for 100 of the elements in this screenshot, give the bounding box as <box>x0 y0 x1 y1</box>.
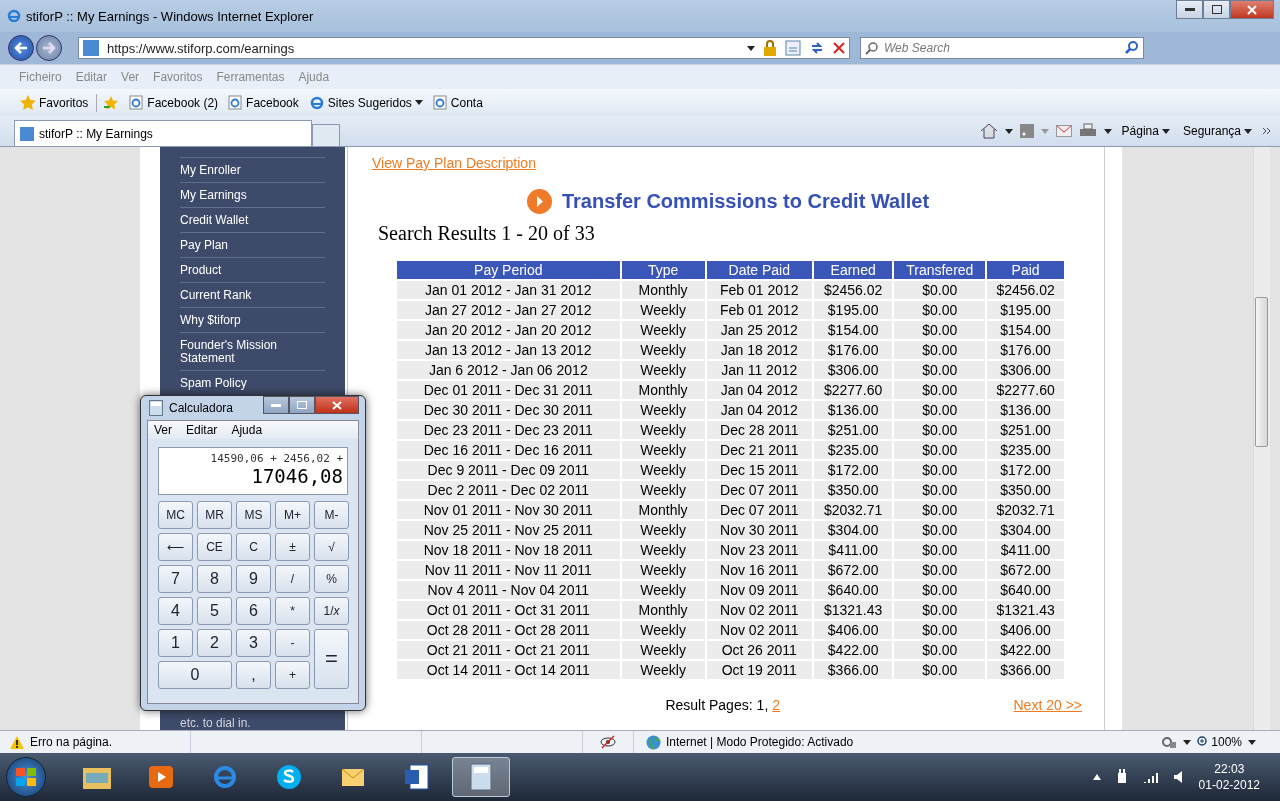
calculator-key[interactable]: 4 <box>158 597 193 625</box>
favorites-button[interactable]: Favoritos <box>18 95 91 110</box>
caret-icon[interactable] <box>1248 739 1256 745</box>
calculator-key[interactable]: 0 <box>158 661 232 689</box>
sidebar-link[interactable]: My Earnings <box>180 183 325 208</box>
stop-icon[interactable] <box>833 42 845 54</box>
favorite-link[interactable]: Conta <box>430 95 485 110</box>
calculator-key[interactable]: MC <box>158 501 193 529</box>
menu-item[interactable]: Ajuda <box>231 423 263 437</box>
home-icon[interactable] <box>979 123 998 139</box>
calculator-key[interactable]: , <box>236 661 271 689</box>
calculator-key[interactable]: M- <box>314 501 349 529</box>
calculator-key[interactable]: ⟵ <box>158 533 193 561</box>
table-cell: $2032.71 <box>813 501 893 519</box>
back-button[interactable] <box>8 35 34 61</box>
calculator-key[interactable]: 1/x <box>314 597 349 625</box>
menu-item[interactable]: Ver <box>154 423 172 437</box>
calculator-key[interactable]: 2 <box>197 629 232 657</box>
table-cell: $366.00 <box>987 661 1064 679</box>
caret-icon[interactable] <box>1103 128 1112 134</box>
table-cell: Weekly <box>621 581 705 599</box>
show-hidden-icon[interactable] <box>1092 774 1101 780</box>
start-button[interactable] <box>6 757 46 797</box>
calculator-key[interactable]: 6 <box>236 597 271 625</box>
minimize-button[interactable] <box>263 396 289 414</box>
table-cell: $350.00 <box>987 481 1064 499</box>
calculator-key[interactable]: = <box>314 629 349 689</box>
calculator-key[interactable]: 1 <box>158 629 193 657</box>
calculator-key[interactable]: + <box>275 661 310 689</box>
calculator-key[interactable]: CE <box>197 533 232 561</box>
table-cell: Jan 25 2012 <box>706 321 812 339</box>
privacy-eye-icon[interactable] <box>600 734 616 750</box>
calculator-key[interactable]: * <box>275 597 310 625</box>
caret-icon[interactable] <box>1183 739 1192 745</box>
search-box[interactable]: Web Search <box>860 37 1144 59</box>
sidebar-link[interactable]: Current Rank <box>180 283 325 308</box>
sidebar-link[interactable]: Why $tiforp <box>180 308 325 333</box>
sidebar-link[interactable]: Pay Plan <box>180 233 325 258</box>
zoom-button[interactable]: 100% <box>1197 735 1242 749</box>
favorite-dropdown[interactable]: Sites Sugeridos <box>306 94 425 111</box>
signal-icon[interactable] <box>1142 771 1159 783</box>
forward-button[interactable] <box>36 35 62 61</box>
sidebar-link[interactable]: Product <box>180 258 325 283</box>
calculator-key[interactable]: C <box>236 533 271 561</box>
search-icon[interactable] <box>1125 41 1139 55</box>
calculator-key[interactable]: / <box>275 565 310 593</box>
calculator-key[interactable]: 7 <box>158 565 193 593</box>
table-cell: Weekly <box>621 561 705 579</box>
address-field[interactable]: https://www.stiforp.com/earnings <box>78 37 850 59</box>
calculator-key[interactable]: 5 <box>197 597 232 625</box>
table-cell: Nov 02 2011 <box>706 621 812 639</box>
maximize-button[interactable] <box>1203 0 1230 19</box>
favorite-link[interactable]: Facebook (2) <box>127 95 221 110</box>
calculator-key[interactable]: % <box>314 565 349 593</box>
command-menu-button[interactable]: Página <box>1118 124 1173 138</box>
table-cell: Nov 18 2011 - Nov 18 2011 <box>397 541 620 559</box>
table-cell: $672.00 <box>987 561 1064 579</box>
calculator-key[interactable]: ± <box>275 533 310 561</box>
calculator-key[interactable]: M+ <box>275 501 310 529</box>
calculator-key[interactable]: MS <box>236 501 271 529</box>
magnifier-icon <box>1197 736 1210 748</box>
scrollbar[interactable] <box>1253 147 1270 730</box>
maximize-icon <box>297 401 307 409</box>
sidebar-note: etc. to dial in. <box>180 717 252 730</box>
play-icon <box>147 764 175 790</box>
chevron-icon[interactable] <box>1262 126 1272 136</box>
calculator-key[interactable]: 8 <box>197 565 232 593</box>
mail-icon[interactable] <box>1055 125 1072 137</box>
calculator-key[interactable]: - <box>275 629 310 657</box>
calculator-key[interactable]: 9 <box>236 565 271 593</box>
browser-tab[interactable]: stiforP :: My Earnings <box>14 120 312 146</box>
volume-icon[interactable] <box>1172 770 1185 784</box>
favorite-link[interactable]: Facebook <box>226 95 301 110</box>
calculator-key[interactable]: 3 <box>236 629 271 657</box>
sidebar-link[interactable]: My Enroller <box>180 158 325 183</box>
table-cell: Weekly <box>621 341 705 359</box>
print-icon[interactable] <box>1078 123 1097 139</box>
table-cell: $195.00 <box>987 301 1064 319</box>
maximize-button[interactable] <box>289 396 315 414</box>
table-cell: Jan 27 2012 - Jan 27 2012 <box>397 301 620 319</box>
lock-icon[interactable] <box>763 40 777 56</box>
table-cell: Oct 19 2011 <box>706 661 812 679</box>
caret-icon[interactable] <box>1004 128 1013 134</box>
calculator-key[interactable]: MR <box>197 501 232 529</box>
search-icon <box>865 41 878 55</box>
sidebar-link[interactable]: Founder's Mission Statement <box>180 333 325 371</box>
close-button[interactable] <box>315 396 359 414</box>
minimize-button[interactable] <box>1176 0 1203 19</box>
table-cell: Oct 21 2011 - Oct 21 2011 <box>397 641 620 659</box>
close-button[interactable] <box>1230 0 1274 19</box>
sidebar-link[interactable]: Credit Wallet <box>180 208 325 233</box>
table-cell: Dec 16 2011 - Dec 16 2011 <box>397 441 620 459</box>
refresh-icon[interactable] <box>809 40 825 56</box>
table-cell: Nov 11 2011 - Nov 11 2011 <box>397 561 620 579</box>
calculator-key[interactable]: √ <box>314 533 349 561</box>
column-header: Pay Period <box>397 261 620 279</box>
dropdown-caret-icon[interactable] <box>747 45 755 51</box>
command-menu-button[interactable]: Segurança <box>1179 124 1255 138</box>
menu-item[interactable]: Editar <box>186 423 218 437</box>
table-cell: Weekly <box>621 481 705 499</box>
